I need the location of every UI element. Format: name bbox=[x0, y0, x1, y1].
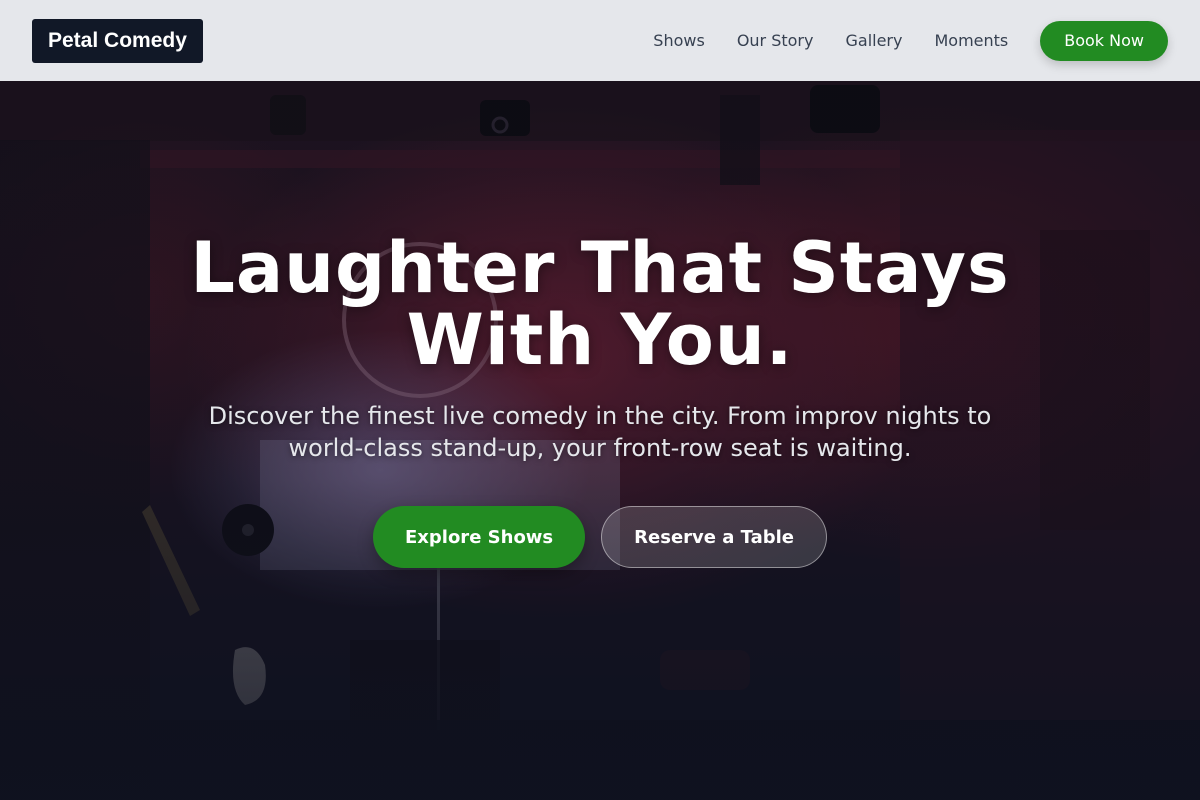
explore-shows-button[interactable]: Explore Shows bbox=[372, 506, 586, 568]
nav-link-our-story[interactable]: Our Story bbox=[737, 31, 814, 50]
main-nav: Shows Our Story Gallery Moments bbox=[653, 31, 1008, 50]
nav-link-gallery[interactable]: Gallery bbox=[845, 31, 902, 50]
hero-section: Laughter That Stays With You. Discover t… bbox=[0, 232, 1200, 568]
hero-subtitle: Discover the finest live comedy in the c… bbox=[208, 402, 992, 462]
site-header: Petal Comedy Shows Our Story Gallery Mom… bbox=[0, 0, 1200, 81]
hero-title: Laughter That Stays With You. bbox=[190, 227, 1010, 381]
nav-link-shows[interactable]: Shows bbox=[653, 31, 705, 50]
nav-link-moments[interactable]: Moments bbox=[934, 31, 1008, 50]
reserve-table-button[interactable]: Reserve a Table bbox=[601, 506, 828, 568]
brand-logo[interactable]: Petal Comedy bbox=[32, 18, 203, 63]
book-now-button[interactable]: Book Now bbox=[1040, 20, 1168, 61]
hero-actions: Explore Shows Reserve a Table bbox=[0, 506, 1200, 568]
